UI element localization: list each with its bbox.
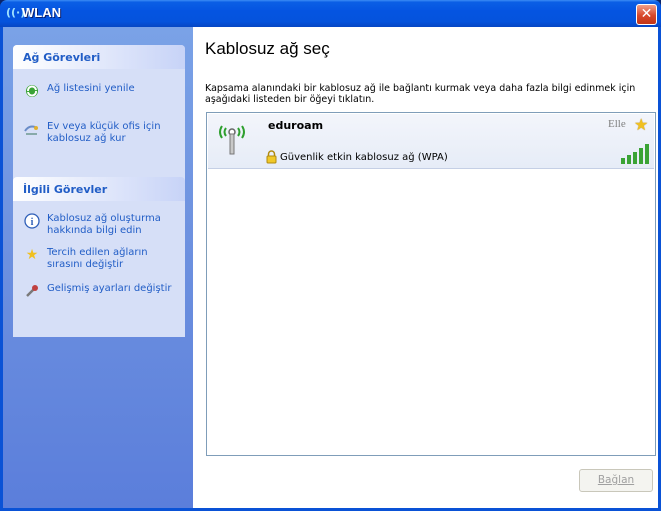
page-title: Kablosuz ağ seç (205, 39, 330, 58)
close-button[interactable]: ✕ (636, 4, 657, 25)
advanced-settings-label: Gelişmiş ayarları değiştir (47, 283, 172, 294)
network-tasks-header[interactable]: Ağ Görevleri (13, 45, 185, 69)
star-icon: ★ (25, 247, 39, 263)
setup-network-icon (23, 121, 41, 139)
lock-icon (266, 150, 278, 164)
change-preferred-order-link[interactable]: ★ Tercih edilen ağların sırasını değişti… (13, 247, 185, 271)
main-content: Kablosuz ağ seç Kapsama alanındaki bir k… (193, 27, 658, 508)
network-tasks-panel: Ağ Görevleri Ağ listesini yenile Ev veya… (13, 45, 185, 190)
close-icon: ✕ (640, 6, 653, 22)
window-title: WLAN (22, 5, 61, 20)
wireless-antenna-icon (219, 125, 245, 155)
refresh-network-list-link[interactable]: Ağ listesini yenile (13, 83, 185, 97)
learn-wireless-setup-link[interactable]: i Kablosuz ağ oluşturma hakkında bilgi e… (13, 213, 185, 237)
related-tasks-panel: İlgili Görevler i Kablosuz ağ oluşturma … (13, 177, 185, 337)
advanced-settings-link[interactable]: Gelişmiş ayarları değiştir (13, 283, 185, 297)
security-status: Güvenlik etkin kablosuz ağ (WPA) (280, 152, 448, 163)
refresh-network-list-label: Ağ listesini yenile (47, 83, 135, 94)
preferred-star-icon: ★ (634, 115, 649, 134)
network-list[interactable]: eduroam Elle ★ Güvenlik etkin kablosuz a… (206, 112, 656, 456)
setup-home-network-link[interactable]: Ev veya küçük ofis için kablosuz ağ kur (13, 121, 185, 145)
learn-wireless-setup-label: Kablosuz ağ oluşturma hakkında bilgi edi… (47, 213, 161, 236)
related-tasks-header[interactable]: İlgili Görevler (13, 177, 185, 201)
refresh-icon (23, 83, 41, 101)
connection-mode: Elle (608, 118, 626, 130)
info-icon: i (23, 213, 41, 231)
task-sidebar: Ağ Görevleri Ağ listesini yenile Ev veya… (3, 27, 193, 508)
connect-button[interactable]: Bağlan (579, 469, 653, 492)
wireless-icon: ((·)) (6, 6, 31, 19)
network-item[interactable]: eduroam Elle ★ Güvenlik etkin kablosuz a… (208, 114, 654, 169)
change-preferred-order-label: Tercih edilen ağların sırasını değiştir (47, 247, 148, 270)
setup-home-network-label: Ev veya küçük ofis için kablosuz ağ kur (47, 121, 161, 144)
settings-icon (23, 283, 41, 301)
network-name: eduroam (268, 119, 324, 132)
title-bar[interactable]: ((·)) WLAN ✕ (0, 0, 661, 27)
instructions-text: Kapsama alanındaki bir kablosuz ağ ile b… (205, 83, 636, 105)
wlan-window: ((·)) WLAN ✕ Ağ Görevleri Ağ listesini y… (0, 0, 661, 511)
svg-text:i: i (31, 217, 34, 228)
signal-strength-icon (621, 144, 649, 164)
